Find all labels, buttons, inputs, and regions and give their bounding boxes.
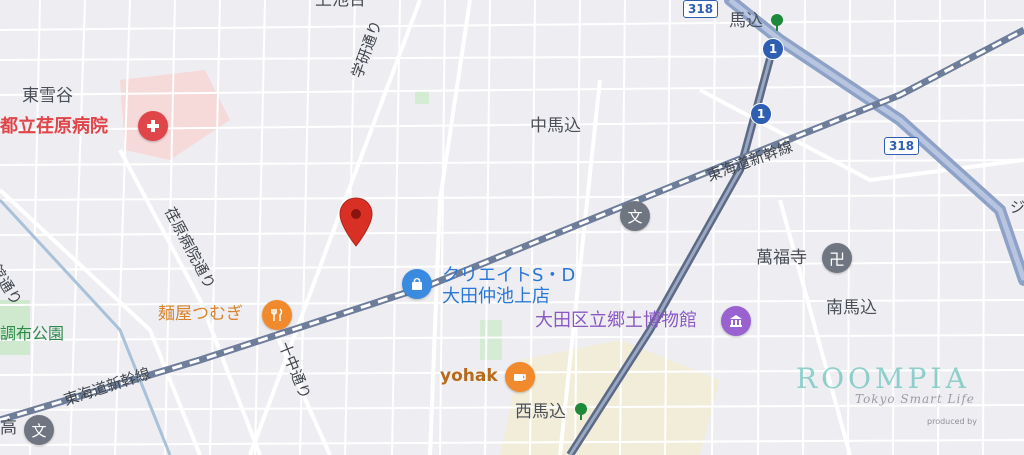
- route-shield: 1: [750, 103, 772, 125]
- area-label: 西馬込: [515, 402, 566, 422]
- map-canvas[interactable]: 東雪谷 中馬込 南馬込 馬込 西馬込 上池台 学研通り 荏原病院通り 東海道新幹…: [0, 0, 1024, 455]
- area-label: 馬込: [729, 11, 763, 31]
- route-shield: 318: [884, 137, 920, 155]
- watermark-brand: ROOMPIA: [796, 362, 970, 395]
- area-label: 南馬込: [826, 298, 877, 318]
- partial-label: 高: [0, 418, 17, 438]
- train-station-icon[interactable]: [768, 13, 786, 37]
- watermark-credit: produced by: [927, 417, 977, 426]
- museum-icon[interactable]: [721, 306, 751, 336]
- temple-label[interactable]: 萬福寺: [756, 250, 807, 267]
- area-label: 上池台: [315, 0, 366, 10]
- hospital-grounds: [120, 70, 230, 160]
- route-shield: 1: [762, 38, 784, 60]
- school-icon[interactable]: 文: [620, 201, 650, 231]
- shopping-bag-icon[interactable]: [402, 269, 432, 299]
- cafe-label[interactable]: yohak: [440, 368, 498, 385]
- park-label[interactable]: 調布公園: [0, 326, 64, 342]
- park-patch: [415, 90, 429, 104]
- park-patch: [480, 320, 502, 360]
- partial-label: ジ: [1010, 198, 1024, 216]
- school-icon[interactable]: 文: [24, 415, 54, 445]
- area-label: 中馬込: [530, 116, 581, 136]
- store-label[interactable]: クリエイトS・D 大田仲池上店: [442, 265, 575, 307]
- hospital-cross-icon[interactable]: [138, 111, 168, 141]
- location-pin-icon[interactable]: [338, 196, 374, 252]
- watermark-tagline: Tokyo Smart Life: [855, 392, 975, 406]
- fork-knife-icon[interactable]: [262, 300, 292, 330]
- route-shield: 318: [683, 0, 719, 18]
- coffee-cup-icon[interactable]: [505, 362, 535, 392]
- train-station-icon[interactable]: [572, 402, 590, 426]
- area-label: 東雪谷: [22, 86, 73, 106]
- manji-icon[interactable]: 卍: [822, 243, 852, 273]
- hospital-label[interactable]: 都立荏原病院: [0, 118, 108, 136]
- museum-label[interactable]: 大田区立郷土博物館: [535, 312, 697, 330]
- ramen-label[interactable]: 麺屋つむぎ: [158, 306, 243, 323]
